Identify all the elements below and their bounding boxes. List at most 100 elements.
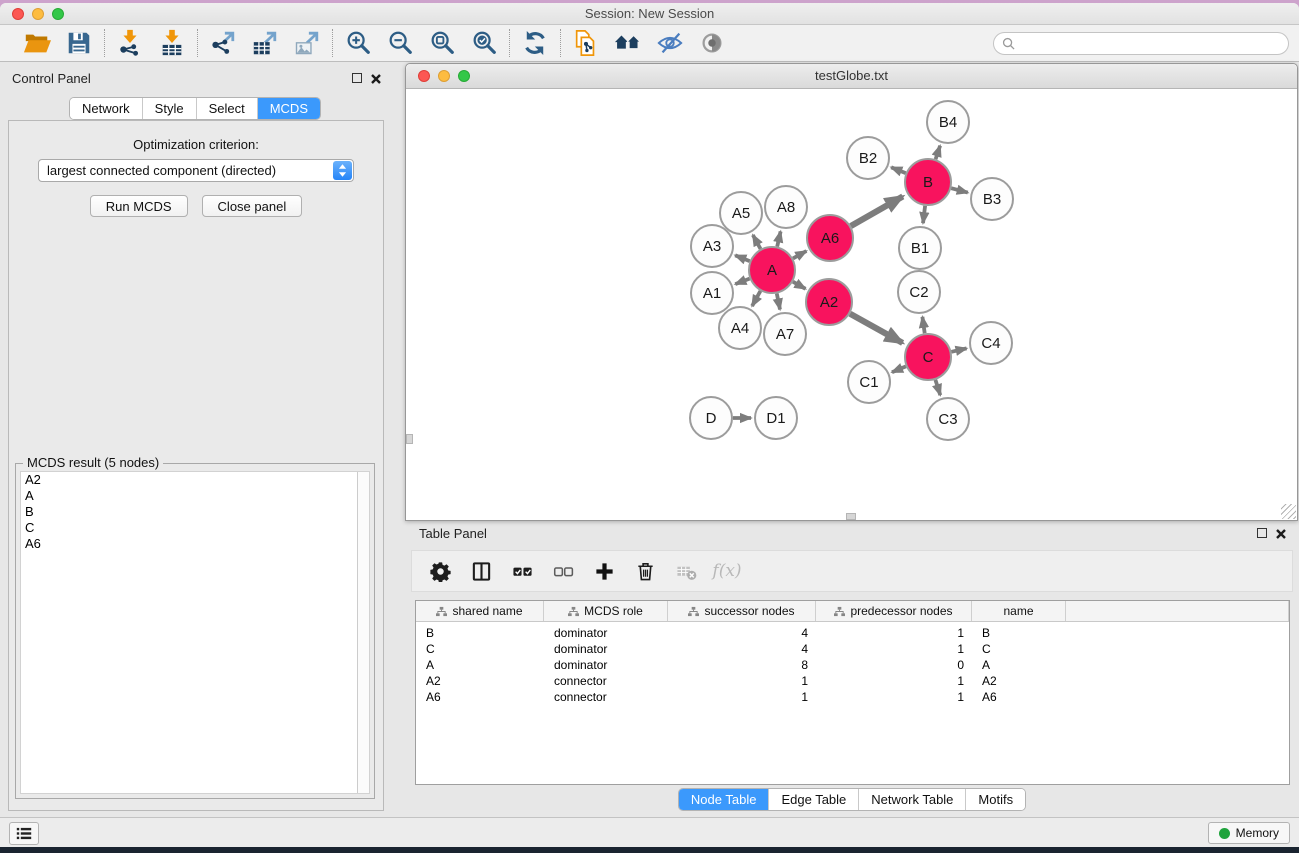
mcds-list-scrollbar[interactable] (357, 472, 369, 793)
tab-network-table[interactable]: Network Table (858, 789, 965, 810)
zoom-network-window-button[interactable] (458, 70, 470, 82)
graph-node-B[interactable]: B (905, 159, 951, 205)
table-cell[interactable]: A6 (416, 689, 544, 705)
export-network-button[interactable] (208, 28, 238, 58)
graph-edge-A-A2[interactable] (793, 282, 806, 289)
float-panel-icon[interactable] (352, 73, 362, 83)
graph-node-C2[interactable]: C2 (898, 271, 940, 313)
column-header-predecessor-nodes[interactable]: predecessor nodes (816, 601, 972, 621)
zoom-selected-button[interactable] (469, 28, 499, 58)
select-all-button[interactable] (510, 559, 534, 583)
graph-edge-C-C1[interactable] (892, 366, 906, 372)
close-panel-button[interactable]: Close panel (202, 195, 303, 217)
mcds-result-item[interactable]: A6 (21, 536, 369, 552)
tab-edge-table[interactable]: Edge Table (768, 789, 858, 810)
float-table-panel-icon[interactable] (1257, 528, 1267, 538)
table-row[interactable]: Adominator80A (416, 657, 1289, 673)
table-cell[interactable]: B (972, 625, 1066, 641)
graph-node-C[interactable]: C (905, 334, 951, 380)
table-cell[interactable]: 1 (668, 689, 816, 705)
graph-node-A[interactable]: A (749, 247, 795, 293)
table-cell[interactable]: dominator (544, 625, 668, 641)
tab-motifs[interactable]: Motifs (965, 789, 1025, 810)
task-history-button[interactable] (9, 822, 39, 845)
close-window-button[interactable] (12, 8, 24, 20)
close-table-panel-icon[interactable] (1275, 527, 1287, 539)
table-cell[interactable]: 4 (668, 625, 816, 641)
zoom-fit-button[interactable] (427, 28, 457, 58)
table-cell[interactable]: A2 (416, 673, 544, 689)
add-button[interactable] (592, 559, 616, 583)
delete-button[interactable] (633, 559, 657, 583)
table-cell[interactable]: 0 (816, 657, 972, 673)
graph-edge-C-C3[interactable] (935, 380, 940, 395)
memory-button[interactable]: Memory (1208, 822, 1290, 844)
export-table-button[interactable] (250, 28, 280, 58)
search-input[interactable] (1020, 36, 1280, 50)
graph-edge-A-A1[interactable] (735, 279, 749, 285)
column-header-name[interactable]: name (972, 601, 1066, 621)
export-image-button[interactable] (292, 28, 322, 58)
table-cell[interactable]: 1 (816, 641, 972, 657)
table-cell[interactable]: connector (544, 689, 668, 705)
table-cell[interactable]: 4 (668, 641, 816, 657)
graph-edge-A-A8[interactable] (777, 231, 780, 246)
graph-node-A8[interactable]: A8 (765, 186, 807, 228)
graph-node-A2[interactable]: A2 (806, 279, 852, 325)
minimize-network-window-button[interactable] (438, 70, 450, 82)
mcds-result-item[interactable]: A2 (21, 472, 369, 488)
column-header-mcds-role[interactable]: MCDS role (544, 601, 668, 621)
tab-network[interactable]: Network (70, 98, 142, 119)
table-row[interactable]: Cdominator41C (416, 641, 1289, 657)
minimize-window-button[interactable] (32, 8, 44, 20)
tab-mcds[interactable]: MCDS (257, 98, 320, 119)
refresh-button[interactable] (520, 28, 550, 58)
show-all-button[interactable] (697, 28, 727, 58)
tab-style[interactable]: Style (142, 98, 196, 119)
graph-edge-A-A6[interactable] (793, 251, 806, 258)
table-row[interactable]: A2connector11A2 (416, 673, 1289, 689)
graph-node-B1[interactable]: B1 (899, 227, 941, 269)
graph-edge-C-C2[interactable] (922, 317, 924, 333)
tab-select[interactable]: Select (196, 98, 257, 119)
vertical-scrollbar-thumb[interactable] (406, 434, 413, 444)
zoom-out-button[interactable] (385, 28, 415, 58)
network-window-titlebar[interactable]: testGlobe.txt (406, 64, 1297, 89)
resize-grip-icon[interactable] (1281, 504, 1296, 519)
graph-edge-A2-C[interactable] (850, 314, 903, 343)
toggle-panes-button[interactable] (469, 559, 493, 583)
graph-node-C3[interactable]: C3 (927, 398, 969, 440)
tab-node-table[interactable]: Node Table (679, 789, 769, 810)
graph-edge-A-A7[interactable] (777, 294, 780, 310)
table-cell[interactable]: C (972, 641, 1066, 657)
graph-node-B3[interactable]: B3 (971, 178, 1013, 220)
mcds-result-item[interactable]: B (21, 504, 369, 520)
graph-node-A5[interactable]: A5 (720, 192, 762, 234)
table-cell[interactable]: 1 (668, 673, 816, 689)
import-table-button[interactable] (157, 28, 187, 58)
graph-edge-C-C4[interactable] (951, 348, 966, 351)
run-mcds-button[interactable]: Run MCDS (90, 195, 188, 217)
graph-node-A3[interactable]: A3 (691, 225, 733, 267)
save-session-button[interactable] (64, 28, 94, 58)
graph-node-C4[interactable]: C4 (970, 322, 1012, 364)
graph-edge-B-B4[interactable] (936, 146, 941, 160)
graph-node-A7[interactable]: A7 (764, 313, 806, 355)
zoom-in-button[interactable] (343, 28, 373, 58)
graph-node-D[interactable]: D (690, 397, 732, 439)
table-cell[interactable]: 8 (668, 657, 816, 673)
table-cell[interactable]: A (416, 657, 544, 673)
graph-node-C1[interactable]: C1 (848, 361, 890, 403)
table-cell[interactable]: 1 (816, 625, 972, 641)
graph-edge-B-B3[interactable] (951, 188, 968, 192)
table-cell[interactable]: 1 (816, 689, 972, 705)
graph-edge-A-A3[interactable] (735, 255, 750, 261)
network-canvas[interactable]: B4B2BB3A5A8A6A3B1AA1C2A2A4A7C4CC1C3DD1 (406, 89, 1297, 520)
table-cell[interactable]: A2 (972, 673, 1066, 689)
network-from-selection-button[interactable] (571, 28, 601, 58)
graph-edge-B-B1[interactable] (923, 206, 925, 223)
column-header-successor-nodes[interactable]: successor nodes (668, 601, 816, 621)
unselect-all-button[interactable] (551, 559, 575, 583)
close-network-window-button[interactable] (418, 70, 430, 82)
table-cell[interactable]: dominator (544, 641, 668, 657)
